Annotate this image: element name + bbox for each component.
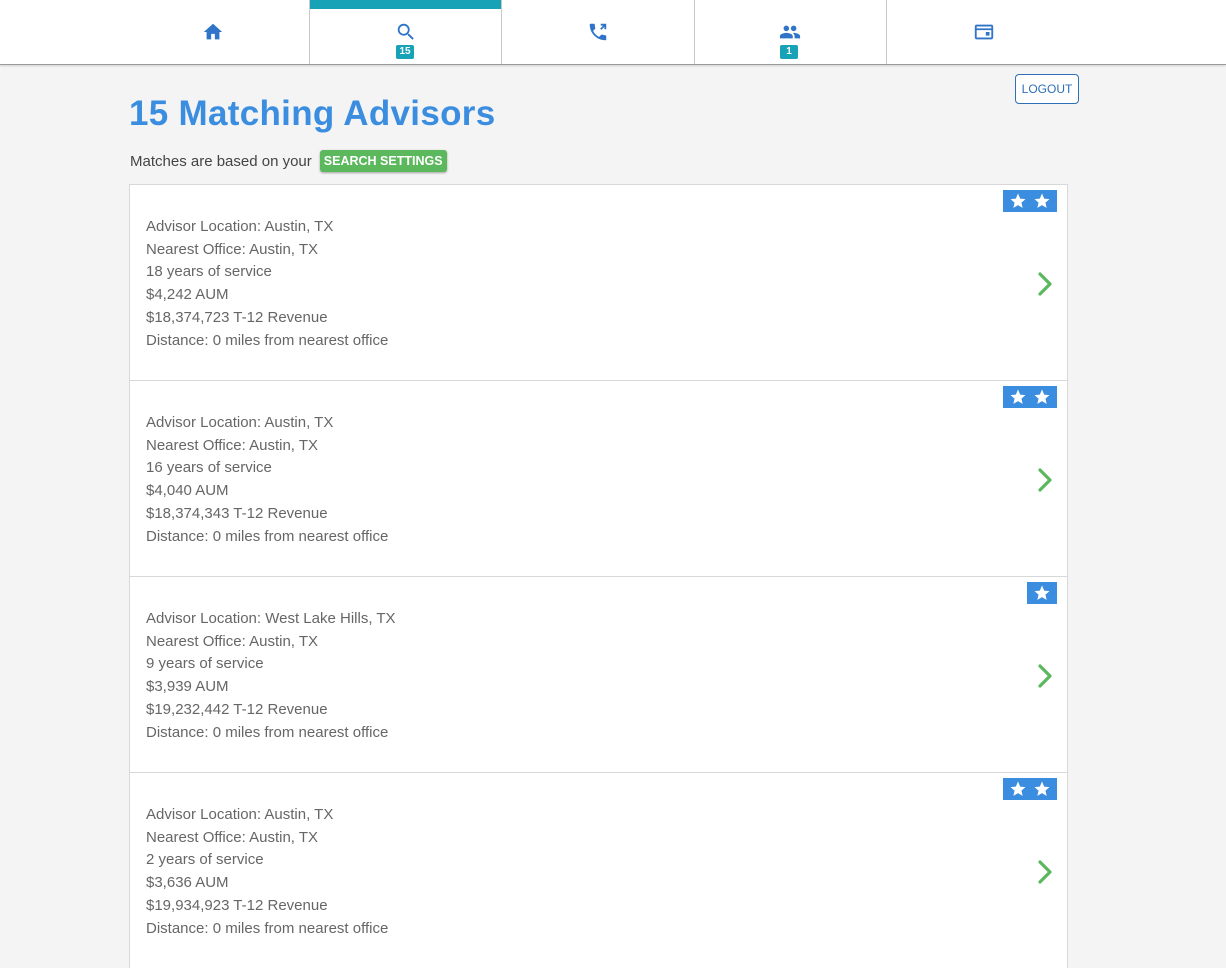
advisor-aum: $4,040 AUM	[146, 482, 229, 500]
advisor-service: 16 years of service	[146, 459, 272, 477]
rating-badge	[1027, 582, 1057, 604]
advisor-card[interactable]: Advisor Location: Austin, TX Nearest Offi…	[129, 380, 1068, 576]
card-icon	[974, 24, 994, 40]
top-navigation: 15 1	[0, 0, 1226, 65]
advisor-location: Advisor Location: Austin, TX	[146, 414, 334, 431]
star-icon	[1034, 781, 1050, 796]
search-icon	[397, 23, 414, 40]
advisor-office: Nearest Office: Austin, TX	[146, 240, 319, 258]
subtitle: Matches are based on your SEARCH SETTING…	[130, 150, 447, 172]
tab-search[interactable]: 15	[309, 0, 502, 64]
subtitle-text: Matches are based on your	[130, 152, 312, 170]
phone-icon	[589, 23, 607, 41]
chevron-right-icon[interactable]	[1036, 467, 1054, 493]
advisor-card[interactable]: Advisor Location: West Lake Hills, TX Nea…	[129, 576, 1068, 772]
advisor-distance: Distance: 0 miles from nearest office	[146, 331, 389, 349]
star-icon	[1010, 193, 1026, 208]
people-icon	[779, 25, 801, 39]
advisor-revenue: $18,374,723 T-12 Revenue	[146, 308, 328, 326]
advisor-distance: Distance: 0 miles from nearest office	[146, 527, 389, 545]
chevron-right-icon[interactable]	[1036, 859, 1054, 885]
chevron-right-icon[interactable]	[1036, 271, 1054, 297]
tab-people[interactable]: 1	[694, 0, 887, 64]
star-icon	[1034, 585, 1050, 600]
tab-calls[interactable]	[501, 0, 695, 64]
rating-badge	[1003, 190, 1057, 212]
star-icon	[1010, 781, 1026, 796]
tab-profile[interactable]	[886, 0, 1080, 64]
rating-badge	[1003, 778, 1057, 800]
advisor-distance: Distance: 0 miles from nearest office	[146, 723, 389, 741]
rating-badge	[1003, 386, 1057, 408]
advisor-details: Advisor Location: Austin, TX Nearest Offi…	[146, 804, 388, 940]
advisor-aum: $3,636 AUM	[146, 874, 229, 892]
logout-button[interactable]: LOGOUT	[1015, 74, 1079, 104]
people-count-badge: 1	[780, 45, 798, 59]
advisor-revenue: $19,232,442 T-12 Revenue	[146, 700, 328, 718]
search-settings-button[interactable]: SEARCH SETTINGS	[319, 150, 447, 172]
search-count-badge: 15	[396, 45, 414, 59]
advisor-revenue: $19,934,923 T-12 Revenue	[146, 896, 328, 914]
advisor-details: Advisor Location: Austin, TX Nearest Offi…	[146, 216, 388, 352]
advisor-aum: $4,242 AUM	[146, 286, 229, 304]
advisor-list: Advisor Location: Austin, TX Nearest Offi…	[129, 184, 1068, 968]
advisor-office: Nearest Office: Austin, TX	[146, 436, 319, 454]
advisor-card[interactable]: Advisor Location: Austin, TX Nearest Offi…	[129, 184, 1068, 380]
advisor-location: Advisor Location: West Lake Hills, TX	[146, 610, 396, 627]
advisor-location: Advisor Location: Austin, TX	[146, 218, 334, 235]
advisor-office: Nearest Office: Austin, TX	[146, 632, 319, 650]
advisor-details: Advisor Location: Austin, TX Nearest Offi…	[146, 412, 388, 548]
star-icon	[1010, 389, 1026, 404]
advisor-service: 2 years of service	[146, 851, 264, 869]
advisor-revenue: $18,374,343 T-12 Revenue	[146, 504, 328, 522]
advisor-service: 18 years of service	[146, 263, 272, 281]
advisor-aum: $3,939 AUM	[146, 678, 229, 696]
advisor-service: 9 years of service	[146, 655, 264, 673]
advisor-details: Advisor Location: West Lake Hills, TX Nea…	[146, 608, 396, 744]
home-icon	[203, 23, 223, 40]
advisor-distance: Distance: 0 miles from nearest office	[146, 919, 389, 937]
advisor-office: Nearest Office: Austin, TX	[146, 828, 319, 846]
advisor-card[interactable]: Advisor Location: Austin, TX Nearest Offi…	[129, 772, 1068, 968]
page-title: 15 Matching Advisors	[129, 94, 496, 133]
star-icon	[1034, 193, 1050, 208]
active-tab-indicator	[310, 0, 502, 9]
chevron-right-icon[interactable]	[1036, 663, 1054, 689]
tab-home[interactable]	[117, 0, 310, 64]
star-icon	[1034, 389, 1050, 404]
advisor-location: Advisor Location: Austin, TX	[146, 806, 334, 823]
